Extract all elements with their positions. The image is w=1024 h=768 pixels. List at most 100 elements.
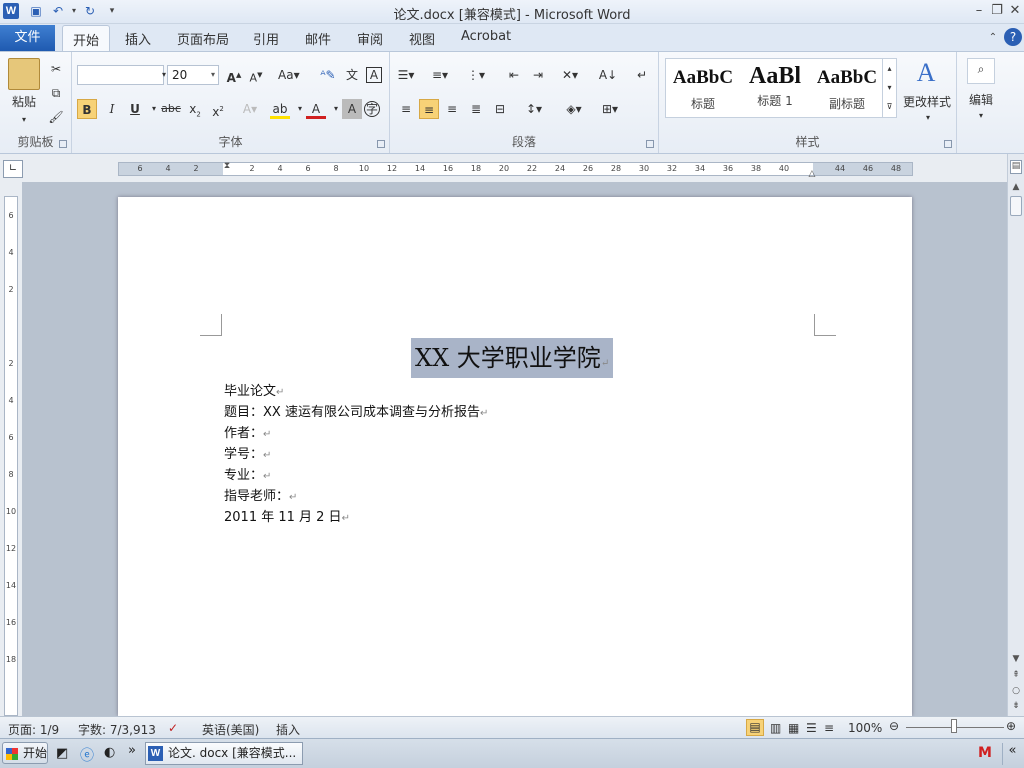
paragraph-launcher-icon[interactable] [646, 140, 654, 148]
web-layout-icon[interactable]: ▦ [788, 721, 799, 735]
minimize-ribbon-icon[interactable]: ⌃ [984, 29, 1002, 47]
vertical-ruler[interactable]: 6 4 2 2 4 6 8 10 12 14 16 18 [4, 196, 18, 716]
shrink-font-icon[interactable]: A▼ [246, 65, 266, 85]
cut-icon[interactable]: ✂ [46, 59, 66, 79]
ruler-bar[interactable]: 6 4 2 2 4 6 8 10 12 14 16 18 20 22 24 26 28 30 32 34 36 38 40 4… [118, 162, 913, 176]
character-border-icon[interactable]: A [366, 67, 382, 83]
find-icon[interactable]: ⌕ [967, 58, 995, 84]
bullets-icon[interactable]: ☰▾ [396, 65, 416, 85]
scroll-up-icon[interactable]: ▲ [1010, 182, 1022, 192]
tab-mailings[interactable]: 邮件 [305, 29, 331, 48]
styles-scroll-up-icon[interactable]: ▴ [882, 59, 896, 78]
underline-button[interactable]: U [125, 99, 145, 119]
tab-selector-icon[interactable]: ∟ [3, 160, 23, 178]
zoom-in-icon[interactable]: ⊕ [1006, 719, 1016, 733]
tab-home[interactable]: 开始 [62, 25, 111, 51]
paste-icon[interactable] [8, 58, 40, 90]
document-line[interactable]: 作者：↵ [224, 422, 271, 441]
tab-references[interactable]: 引用 [253, 29, 279, 48]
shading-icon[interactable]: ◈▾ [564, 99, 584, 119]
tray-app-icon[interactable]: M [976, 745, 994, 763]
line-spacing-icon[interactable]: ↕▾ [524, 99, 544, 119]
tab-view[interactable]: 视图 [409, 29, 435, 48]
tab-acrobat[interactable]: Acrobat [461, 29, 511, 44]
paste-button[interactable]: 粘贴 [6, 92, 42, 112]
previous-page-icon[interactable]: ⇞ [1010, 670, 1022, 680]
decrease-indent-icon[interactable]: ⇤ [504, 65, 524, 85]
strikethrough-button[interactable]: abc [161, 99, 181, 119]
copy-icon[interactable]: ⧉ [46, 83, 66, 103]
tray-expand-icon[interactable]: « [1002, 743, 1022, 765]
browser-icon[interactable]: ⓔ [80, 745, 94, 765]
enclose-characters-icon[interactable]: 字 [364, 101, 380, 117]
restore-icon[interactable]: ❐ [988, 2, 1006, 20]
help-icon[interactable]: ? [1004, 28, 1022, 46]
document-line[interactable]: 指导老师：↵ [224, 485, 297, 504]
highlight-icon[interactable]: ab [270, 99, 290, 119]
increase-indent-icon[interactable]: ⇥ [528, 65, 548, 85]
tab-page-layout[interactable]: 页面布局 [177, 29, 229, 48]
distributed-icon[interactable]: ⊟ [490, 99, 510, 119]
align-center-icon[interactable]: ≡ [419, 99, 439, 119]
document-title[interactable]: XX 大学职业学院↵ [411, 338, 614, 378]
text-effects-icon[interactable]: A▾ [240, 99, 260, 119]
draft-icon[interactable]: ≡ [824, 721, 834, 735]
multilevel-list-icon[interactable]: ⋮▾ [466, 65, 486, 85]
chinese-layout-icon[interactable]: ✕▾ [560, 65, 580, 85]
font-size-select[interactable]: 20 ▾ [167, 65, 219, 85]
align-right-icon[interactable]: ≡ [442, 99, 462, 119]
outline-icon[interactable]: ☰ [806, 721, 817, 735]
close-icon[interactable]: ✕ [1006, 2, 1024, 20]
clipboard-launcher-icon[interactable] [59, 140, 67, 148]
styles-more-icon[interactable]: ⊽ [882, 97, 896, 117]
character-shading-icon[interactable]: A [342, 99, 362, 119]
print-layout-icon[interactable]: ▤ [746, 719, 764, 736]
styles-scroll-down-icon[interactable]: ▾ [882, 78, 896, 97]
scroll-thumb[interactable] [1010, 196, 1022, 216]
right-indent-marker-icon[interactable]: △ [802, 164, 822, 184]
select-browse-object-icon[interactable]: ○ [1010, 686, 1022, 696]
insert-mode[interactable]: 插入 [276, 721, 300, 738]
justify-icon[interactable]: ≣ [466, 99, 486, 119]
zoom-slider-thumb[interactable] [951, 719, 957, 733]
change-styles-dropdown-icon[interactable]: ▾ [918, 108, 938, 128]
document-line[interactable]: 学号：↵ [224, 443, 271, 462]
tab-insert[interactable]: 插入 [125, 29, 151, 48]
change-case-icon[interactable]: Aa▾ [278, 65, 300, 85]
phonetic-guide-icon[interactable]: 文 [342, 65, 362, 85]
numbering-icon[interactable]: ≡▾ [430, 65, 450, 85]
proofing-icon[interactable]: ✓ [168, 721, 178, 735]
font-color-icon[interactable]: A [306, 99, 326, 119]
document-line[interactable]: 专业：↵ [224, 464, 271, 483]
italic-button[interactable]: I [102, 99, 122, 119]
vertical-scrollbar[interactable]: ▤ ▲ ▼ ⇞ ○ ⇟ [1007, 154, 1024, 716]
tab-file[interactable]: 文件 [0, 25, 55, 51]
font-name-select[interactable] [77, 65, 164, 85]
media-icon[interactable]: ◐ [104, 745, 115, 760]
paste-dropdown-icon[interactable]: ▾ [14, 110, 34, 130]
next-page-icon[interactable]: ⇟ [1010, 701, 1022, 711]
style-subtitle[interactable]: AaBbC 副标题 [812, 59, 882, 117]
format-painter-icon[interactable]: 🖌 [46, 107, 66, 127]
bold-button[interactable]: B [77, 99, 97, 119]
desktop-icon[interactable]: ◩ [56, 746, 68, 761]
style-title[interactable]: AaBbC 标题 [668, 59, 738, 117]
more-icon[interactable]: » [128, 743, 136, 758]
language-indicator[interactable]: 英语(美国) [202, 721, 259, 738]
zoom-level[interactable]: 100% [848, 721, 882, 735]
tab-review[interactable]: 审阅 [357, 29, 383, 48]
show-marks-icon[interactable]: ↵ [632, 65, 652, 85]
borders-icon[interactable]: ⊞▾ [600, 99, 620, 119]
zoom-out-icon[interactable]: ⊖ [889, 719, 899, 733]
minimize-icon[interactable]: – [970, 2, 988, 20]
indent-marker-icon[interactable]: ⧗ [217, 156, 237, 176]
change-styles-icon[interactable]: A [908, 58, 944, 88]
subscript-button[interactable]: x2 [185, 99, 205, 119]
clear-formatting-icon[interactable]: ᴬ✎ [318, 65, 338, 85]
full-screen-reading-icon[interactable]: ▥ [770, 721, 781, 735]
superscript-button[interactable]: x2 [208, 99, 228, 119]
taskbar-word-item[interactable]: 论文. docx [兼容模式... [145, 742, 303, 765]
word-count[interactable]: 字数: 7/3,913 [78, 721, 156, 738]
editing-dropdown-icon[interactable]: ▾ [971, 106, 991, 126]
align-left-icon[interactable]: ≡ [396, 99, 416, 119]
